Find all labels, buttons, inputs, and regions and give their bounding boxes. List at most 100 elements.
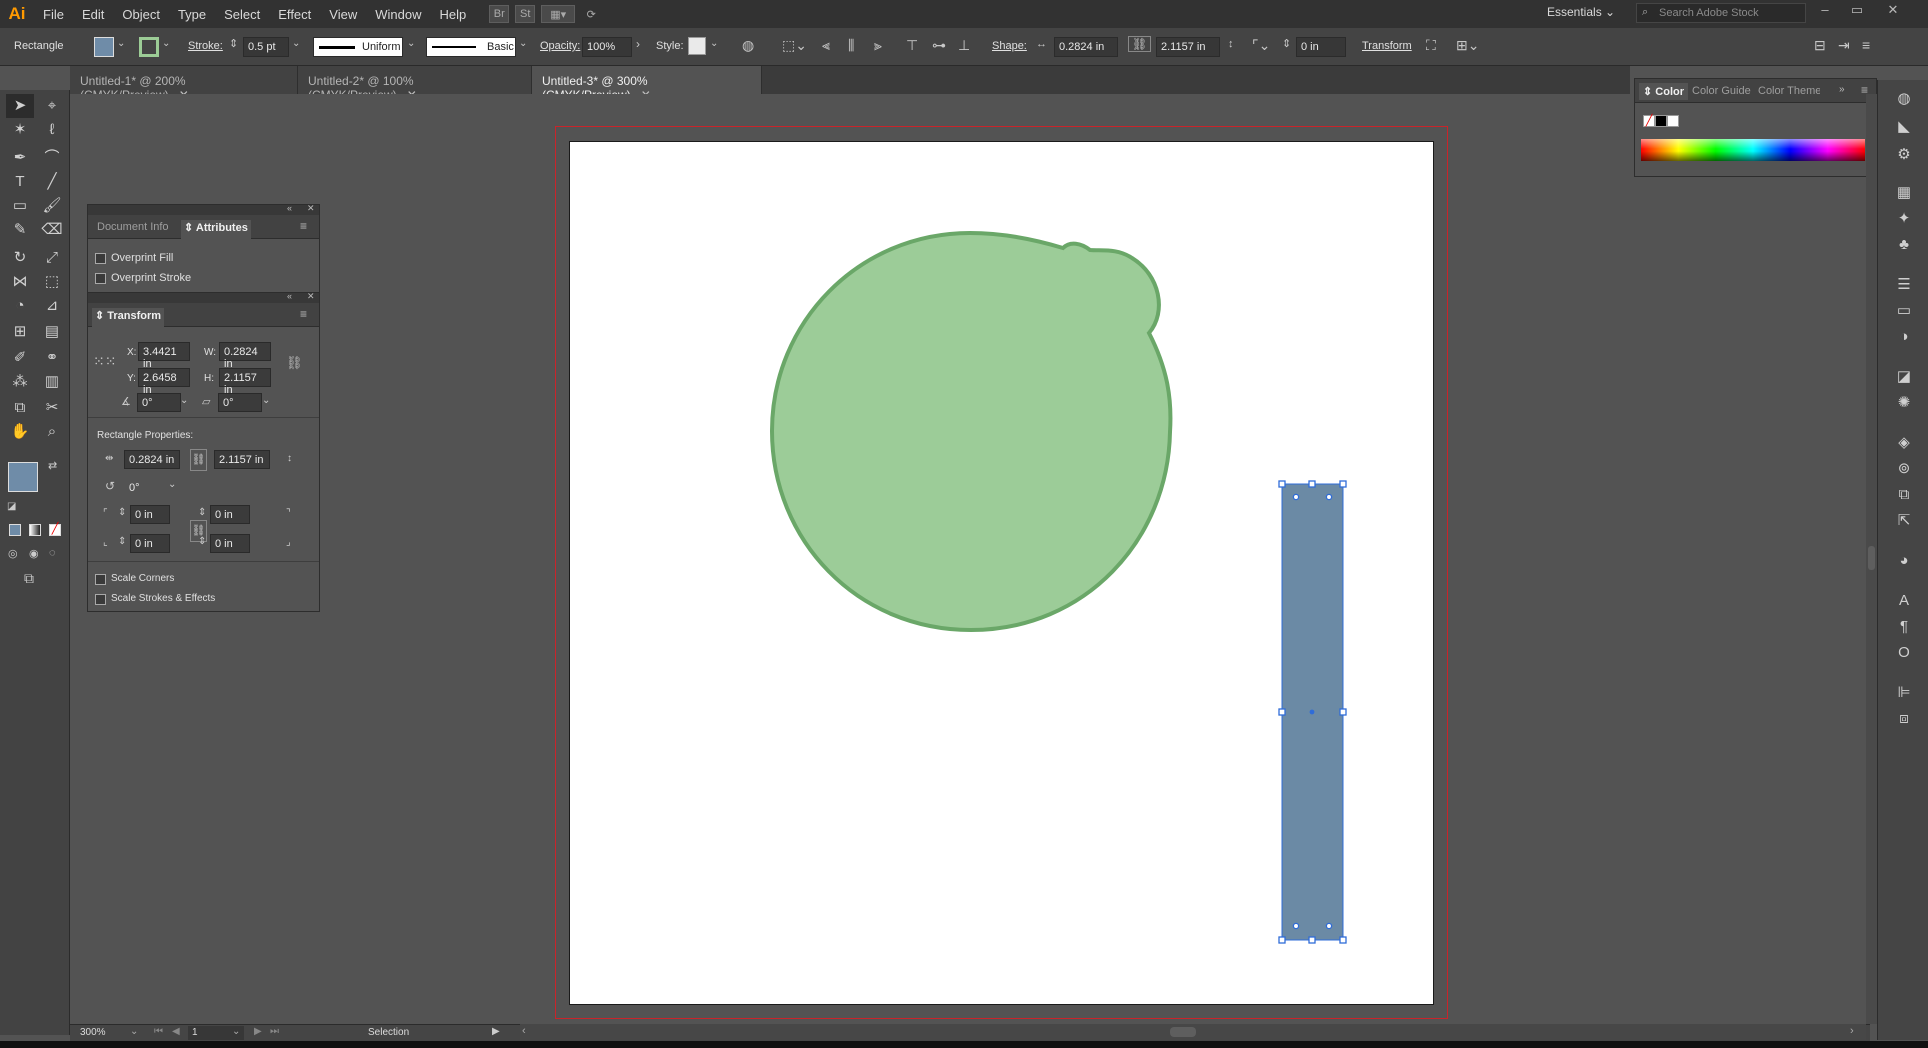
zoom-level[interactable]: 300%: [80, 1027, 106, 1038]
overprint-fill-checkbox[interactable]: [95, 253, 106, 264]
tab-color-guide[interactable]: Color Guide: [1692, 85, 1751, 97]
w-field[interactable]: 0.2824 in: [219, 342, 271, 370]
vertical-scrollbar[interactable]: [1866, 94, 1877, 1024]
y-label: Y:: [127, 373, 136, 384]
tab-transform[interactable]: ⇕ Transform: [92, 308, 165, 328]
illustrator-window: Ai File Edit Object Type Select Effect V…: [0, 0, 1928, 1048]
corner-tl-field[interactable]: 0 in: [130, 505, 170, 524]
black-swatch[interactable]: [1655, 115, 1667, 127]
none-swatch[interactable]: ╱: [1643, 115, 1655, 127]
navigator-icon[interactable]: ◕: [1893, 550, 1915, 572]
tab-attributes-label: Attributes: [195, 222, 248, 234]
rect-angle-field[interactable]: 0°: [124, 478, 168, 497]
h-field[interactable]: 2.1157 in: [219, 368, 271, 396]
horizontal-scroll-thumb[interactable]: [1170, 1027, 1196, 1037]
libraries-icon[interactable]: ◣: [1893, 116, 1915, 138]
cc-libraries-icon[interactable]: ◍: [1893, 88, 1915, 110]
collapse-icon[interactable]: «: [287, 203, 292, 213]
tab-color-themes[interactable]: Color Theme: [1758, 85, 1820, 97]
rotate-icon: ↺: [105, 479, 116, 493]
export-icon[interactable]: ⇱: [1893, 510, 1915, 532]
prev-artboard-icon[interactable]: ◀: [172, 1026, 180, 1037]
properties-icon[interactable]: ⚙: [1893, 144, 1915, 166]
h-label: H:: [204, 373, 214, 384]
scale-corners-label: Scale Corners: [111, 573, 175, 584]
constrain-proportions-icon[interactable]: ⛓: [286, 355, 303, 371]
tab-attributes[interactable]: ⇕ Attributes: [181, 220, 251, 240]
artboards-icon[interactable]: ⧉: [1893, 484, 1915, 506]
chevron-down-icon[interactable]: ⌄: [130, 1026, 138, 1037]
scale-corners-checkbox[interactable]: [95, 574, 106, 585]
appearance-icon[interactable]: ◪: [1893, 366, 1915, 388]
green-blob-shape[interactable]: [769, 230, 1173, 633]
panel-header: Document Info ⇕ Attributes ≡: [88, 215, 319, 240]
chevron-down-icon[interactable]: ⌄: [262, 395, 270, 406]
stepper-icon[interactable]: ⇕: [198, 507, 206, 518]
panel-dock: ◍ ◣ ⚙ ▦ ✦ ♣ ☰ ▭ ◑ ◪ ✺ ◈ ⊚ ⧉ ⇱ ◕ A ¶ O ⊫ …: [1877, 80, 1928, 1040]
expand-icon[interactable]: »: [1839, 84, 1845, 95]
graphic-styles-icon[interactable]: ✺: [1893, 392, 1915, 414]
paragraph-icon[interactable]: ¶: [1893, 616, 1915, 638]
symbols-icon[interactable]: ♣: [1893, 234, 1915, 256]
overprint-stroke-checkbox[interactable]: [95, 273, 106, 284]
tab-document-info[interactable]: Document Info: [97, 221, 169, 233]
rectangle-properties-label: Rectangle Properties:: [97, 430, 194, 441]
white-swatch[interactable]: [1667, 115, 1679, 127]
chevron-down-icon[interactable]: ⌄: [180, 395, 188, 406]
tab-color[interactable]: ⇕ Color: [1639, 83, 1689, 100]
chevron-down-icon[interactable]: ⌄: [232, 1026, 240, 1037]
y-field[interactable]: 2.6458 in: [138, 368, 190, 396]
corner-br-field[interactable]: 0 in: [210, 534, 250, 553]
x-label: X:: [127, 347, 137, 358]
panel-menu-icon[interactable]: ≡: [300, 307, 307, 321]
align-panel-icon[interactable]: ⊫: [1893, 682, 1915, 704]
panel-header: ⇕ Transform ≡: [88, 303, 319, 328]
width-icon: ⇹: [105, 453, 114, 464]
divider: [88, 417, 319, 418]
link-icon[interactable]: ⛓: [190, 449, 207, 471]
opentype-icon[interactable]: O: [1893, 642, 1915, 664]
stroke-icon[interactable]: ☰: [1893, 274, 1915, 296]
brushes-icon[interactable]: ✦: [1893, 208, 1915, 230]
chevron-down-icon[interactable]: ⌄: [168, 479, 176, 490]
center-point: [1309, 709, 1315, 715]
tab-color-label: Color: [1655, 86, 1685, 98]
rect-height-field[interactable]: 2.1157 in: [214, 450, 270, 469]
color-panel: ⇕ Color Color Guide Color Theme » ≡ ╱: [1634, 78, 1877, 177]
swatches-icon[interactable]: ▦: [1893, 182, 1915, 204]
close-icon[interactable]: ✕: [307, 291, 315, 302]
status-menu-icon[interactable]: ▶: [492, 1026, 500, 1037]
scale-strokes-checkbox[interactable]: [95, 594, 106, 605]
panel-menu-icon[interactable]: ≡: [300, 219, 307, 233]
color-spectrum[interactable]: [1641, 139, 1865, 161]
asset-export-icon[interactable]: ⊚: [1893, 458, 1915, 480]
next-artboard-icon[interactable]: ▶: [254, 1026, 262, 1037]
x-field[interactable]: 3.4421 in: [138, 342, 190, 370]
collapse-icon[interactable]: «: [287, 291, 292, 301]
close-icon[interactable]: ✕: [307, 203, 315, 214]
stepper-icon[interactable]: ⇕: [118, 507, 126, 518]
rotate-field[interactable]: 0°: [137, 393, 181, 412]
layers-icon[interactable]: ◈: [1893, 432, 1915, 454]
reference-point-icon[interactable]: ⁙⁙: [93, 353, 116, 373]
scroll-left-icon[interactable]: ‹: [522, 1025, 526, 1037]
shear-field[interactable]: 0°: [218, 393, 262, 412]
panel-grip[interactable]: « ✕: [88, 203, 319, 215]
panel-header: ⇕ Color Color Guide Color Theme » ≡: [1635, 79, 1876, 103]
gradient-icon[interactable]: ▭: [1893, 300, 1915, 322]
corner-tr-field[interactable]: 0 in: [210, 505, 250, 524]
transparency-icon[interactable]: ◑: [1893, 326, 1915, 348]
first-artboard-icon[interactable]: ⏮: [154, 1026, 163, 1037]
pathfinder-icon[interactable]: ⧈: [1893, 708, 1915, 730]
scroll-right-icon[interactable]: ›: [1850, 1025, 1854, 1037]
last-artboard-icon[interactable]: ⏭: [270, 1026, 279, 1037]
stepper-icon[interactable]: ⇕: [118, 536, 126, 547]
horizontal-scrollbar[interactable]: ‹ ›: [520, 1024, 1866, 1040]
character-icon[interactable]: A: [1893, 590, 1915, 612]
stepper-icon[interactable]: ⇕: [198, 536, 206, 547]
vertical-scroll-thumb[interactable]: [1868, 546, 1875, 570]
corner-bl-field[interactable]: 0 in: [130, 534, 170, 553]
panel-grip[interactable]: « ✕: [88, 291, 319, 303]
rect-width-field[interactable]: 0.2824 in: [124, 450, 180, 469]
corner-tl-icon: ⌜: [103, 508, 108, 519]
